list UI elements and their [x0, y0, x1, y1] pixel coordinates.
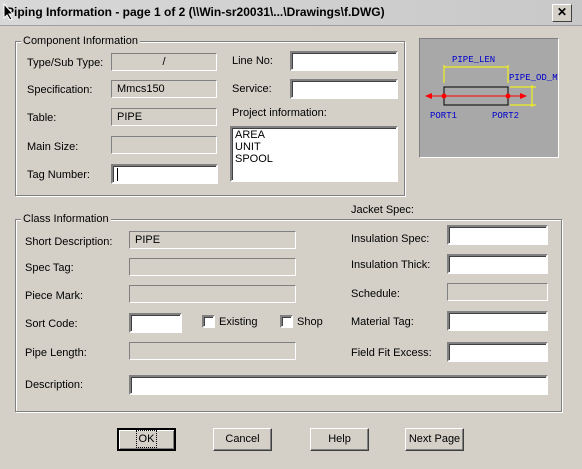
- list-item[interactable]: UNIT: [235, 141, 393, 153]
- ok-button-label: OK: [135, 430, 158, 448]
- port1-label: PORT1: [430, 111, 457, 121]
- schedule-label: Schedule:: [351, 288, 400, 300]
- spec-tag-field: [129, 258, 296, 276]
- piece-mark-field: [129, 285, 296, 303]
- sort-code-label: Sort Code:: [25, 318, 78, 330]
- pipe-preview: PIPE_LEN PIPE_OD_M PORT1 PORT2: [419, 38, 559, 158]
- pipe-od-label: PIPE_OD_M: [509, 73, 558, 83]
- service-label: Service:: [232, 83, 272, 95]
- help-button[interactable]: Help: [310, 428, 369, 451]
- existing-label[interactable]: Existing: [219, 316, 258, 328]
- ins-thick-label: Insulation Thick:: [351, 259, 431, 271]
- spec-field: Mmcs150: [111, 80, 217, 98]
- field-fit-input[interactable]: [447, 342, 548, 362]
- material-tag-input[interactable]: [447, 311, 548, 331]
- schedule-field: [447, 283, 548, 301]
- close-button[interactable]: ✕: [552, 4, 572, 22]
- spec-label: Specification:: [27, 84, 93, 96]
- window-title: Piping Information - page 1 of 2 (\\Win-…: [6, 5, 385, 19]
- jacket-spec-label: Jacket Spec:: [351, 204, 414, 216]
- tag-label: Tag Number:: [27, 169, 90, 181]
- port1-point: [441, 93, 447, 99]
- shop-checkbox[interactable]: [280, 315, 293, 328]
- pipe-length-field: [129, 342, 296, 360]
- port2-point: [505, 93, 511, 99]
- material-tag-label: Material Tag:: [351, 316, 414, 328]
- field-fit-label: Field Fit Excess:: [351, 347, 432, 359]
- main-size-field: [111, 136, 217, 154]
- cancel-button[interactable]: Cancel: [213, 428, 272, 451]
- arrow-right-icon: [520, 93, 527, 99]
- list-item[interactable]: AREA: [235, 129, 393, 141]
- ins-spec-input[interactable]: [447, 225, 548, 245]
- port2-label: PORT2: [492, 111, 519, 121]
- mouse-cursor-icon: [3, 3, 15, 21]
- short-desc-label: Short Description:: [25, 236, 113, 248]
- type-field: /: [111, 53, 217, 71]
- spec-tag-label: Spec Tag:: [25, 262, 74, 274]
- next-page-button[interactable]: Next Page: [405, 428, 464, 451]
- type-label: Type/Sub Type:: [27, 57, 104, 69]
- table-field: PIPE: [111, 108, 217, 126]
- title-bar[interactable]: Piping Information - page 1 of 2 (\\Win-…: [0, 0, 582, 26]
- component-info-title: Component Information: [21, 35, 140, 47]
- project-label: Project information:: [232, 107, 327, 119]
- line-no-input[interactable]: [290, 51, 398, 71]
- pipe-length-label: Pipe Length:: [25, 347, 87, 359]
- shop-label[interactable]: Shop: [297, 316, 323, 328]
- tag-number-input[interactable]: [111, 164, 218, 184]
- service-input[interactable]: [290, 79, 398, 99]
- project-info-list[interactable]: AREA UNIT SPOOL: [230, 126, 398, 182]
- pipe-len-label: PIPE_LEN: [452, 55, 495, 65]
- short-desc-field: PIPE: [129, 231, 296, 249]
- class-info-title: Class Information: [21, 213, 111, 225]
- sort-code-input[interactable]: [129, 313, 182, 333]
- description-input[interactable]: [129, 375, 548, 395]
- list-item[interactable]: SPOOL: [235, 153, 393, 165]
- ok-button[interactable]: OK: [117, 428, 176, 451]
- table-label: Table:: [27, 112, 57, 124]
- ins-thick-input[interactable]: [447, 254, 548, 274]
- piece-mark-label: Piece Mark:: [25, 290, 84, 302]
- arrow-left-icon: [425, 93, 432, 99]
- description-label: Description:: [25, 379, 84, 391]
- line-no-label: Line No:: [232, 55, 273, 67]
- main-size-label: Main Size:: [27, 141, 79, 153]
- ins-spec-label: Insulation Spec:: [351, 233, 430, 245]
- pipe-diagram: PIPE_LEN PIPE_OD_M PORT1 PORT2: [425, 55, 558, 121]
- existing-checkbox[interactable]: [202, 315, 215, 328]
